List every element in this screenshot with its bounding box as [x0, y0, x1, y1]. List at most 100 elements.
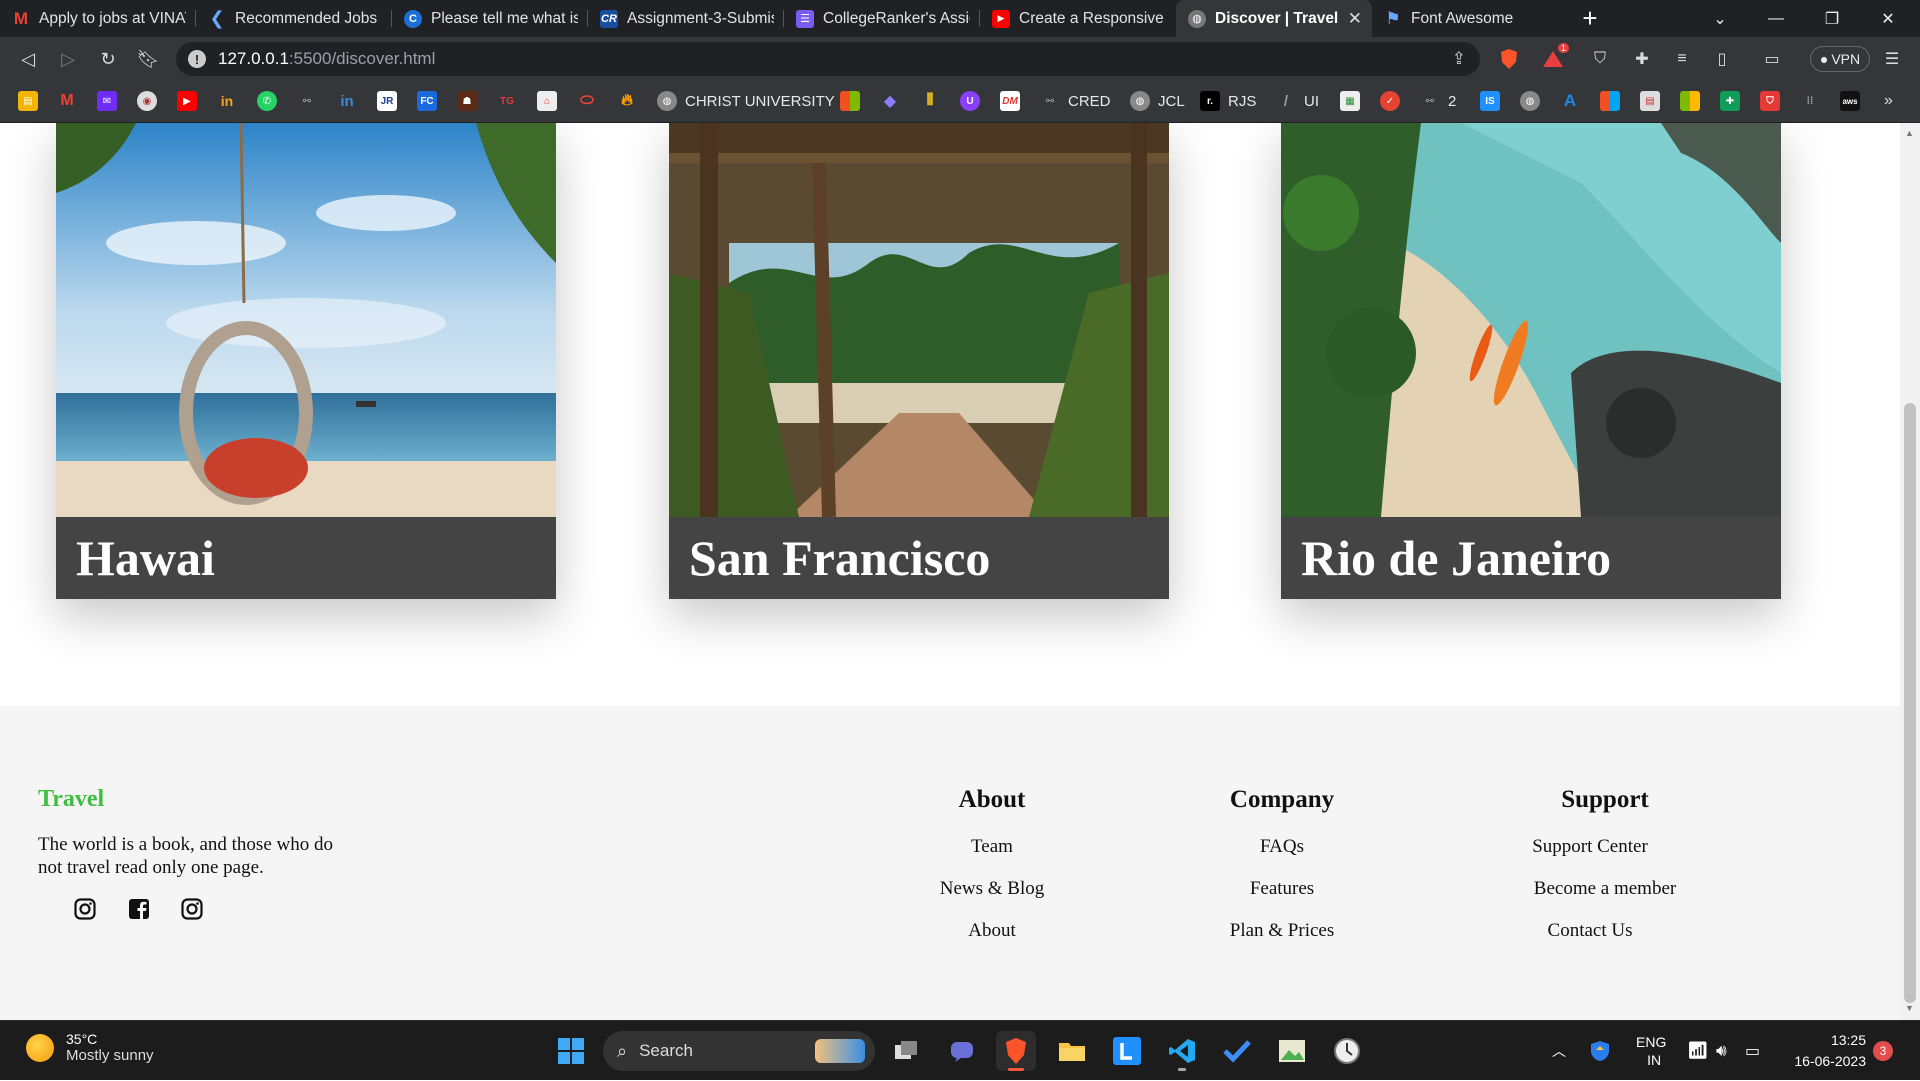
bookmark-whatsapp[interactable]: ✆: [257, 90, 277, 112]
bookmark-christ-university[interactable]: ◍ CHRIST UNIVERSITY: [657, 90, 835, 112]
scroll-up-arrow-icon[interactable]: ▲: [1905, 128, 1914, 138]
volume-icon[interactable]: 🔊︎: [1716, 1021, 1727, 1081]
tab-discover-travel[interactable]: ◍ Discover | Travel ✕: [1176, 0, 1372, 37]
brave-rewards-icon[interactable]: 1: [1541, 43, 1569, 71]
bookmark-cred[interactable]: ⚯ CRED: [1040, 90, 1111, 112]
wifi-icon[interactable]: 📶︎: [1687, 1021, 1709, 1081]
footer-link-support-center[interactable]: Support Center: [1480, 826, 1700, 868]
bookmark-linkedin[interactable]: in: [337, 90, 357, 112]
bookmark-card[interactable]: ⌂: [537, 90, 557, 112]
bookmark-azure[interactable]: A: [1560, 90, 1580, 112]
todo-check-icon[interactable]: [1217, 1031, 1257, 1071]
language-indicator[interactable]: ENG IN: [1636, 1021, 1666, 1081]
tab-please-tell-me[interactable]: C Please tell me what is t: [392, 0, 588, 37]
bookmark-button[interactable]: 🔖︎: [128, 37, 168, 81]
bookmark-microsoft-3[interactable]: [1680, 90, 1700, 112]
more-bookmarks-icon[interactable]: »: [1884, 90, 1893, 112]
address-bar[interactable]: ! 127.0.0.1:5500/discover.html ⇪: [176, 42, 1480, 76]
close-window-button[interactable]: ✕: [1860, 0, 1916, 37]
footer-link-contact-us[interactable]: Contact Us: [1480, 910, 1700, 952]
bookmark-jr[interactable]: JR: [377, 90, 397, 112]
brave-shield-icon[interactable]: [1497, 47, 1521, 71]
battery-icon[interactable]: ▭: [1745, 1021, 1760, 1081]
tab-assignment[interactable]: CR Assignment-3-Submiss: [588, 0, 784, 37]
footer-link-become-member[interactable]: Become a member: [1510, 868, 1700, 910]
notification-badge[interactable]: 3: [1873, 1041, 1893, 1061]
instagram-icon[interactable]: [72, 896, 98, 922]
bookmark-globe[interactable]: ◍: [1520, 90, 1540, 112]
share-icon[interactable]: ⇪: [1452, 49, 1466, 69]
bookmark-todoist[interactable]: ✓: [1380, 90, 1400, 112]
footer-link-news-blog[interactable]: News & Blog: [912, 868, 1072, 910]
bookmark-flag[interactable]: ▤: [1640, 90, 1660, 112]
bookmark-green[interactable]: ▦: [1340, 90, 1360, 112]
footer-link-about[interactable]: About: [912, 910, 1072, 952]
bookmark-rjs[interactable]: r. RJS: [1200, 90, 1256, 112]
bookmark-ui[interactable]: / UI: [1276, 90, 1319, 112]
destination-card-san-francisco[interactable]: San Francisco: [669, 123, 1169, 599]
destination-card-hawai[interactable]: Hawai: [56, 123, 556, 599]
tab-collegeranker[interactable]: ☰ CollegeRanker's Assign: [784, 0, 980, 37]
footer-link-plan-prices[interactable]: Plan & Prices: [1202, 910, 1362, 952]
playlist-icon[interactable]: ≡: [1670, 47, 1694, 71]
bookmark-u[interactable]: U: [960, 90, 980, 112]
bookmark-gmail[interactable]: M: [57, 90, 77, 112]
scrollbar-thumb[interactable]: [1904, 403, 1916, 1003]
bookmark-microsoft-2[interactable]: [1600, 90, 1620, 112]
clock-app-icon[interactable]: [1327, 1031, 1367, 1071]
tab-gmail[interactable]: M Apply to jobs at VINAY: [0, 0, 196, 37]
show-hidden-icons-chevron[interactable]: ︿: [1552, 1021, 1566, 1081]
file-explorer-icon[interactable]: [1052, 1031, 1092, 1071]
page-scrollbar[interactable]: ▲ ▼: [1900, 123, 1920, 1020]
taskbar-search[interactable]: ⌕ Search: [603, 1031, 875, 1071]
bookmark-youtube[interactable]: ▶: [177, 90, 197, 112]
shield-extension-icon[interactable]: ⛉: [1588, 47, 1612, 71]
task-view-icon[interactable]: [887, 1031, 927, 1071]
system-clock[interactable]: 13:25 16-06-2023: [1776, 1030, 1866, 1072]
footer-link-team[interactable]: Team: [912, 826, 1072, 868]
teams-chat-icon[interactable]: [942, 1031, 982, 1071]
bookmark-game[interactable]: ☗: [457, 90, 477, 112]
restore-button[interactable]: ❐: [1804, 0, 1860, 37]
tab-youtube[interactable]: ▶ Create a Responsive H: [980, 0, 1176, 37]
wallet-icon[interactable]: ▭: [1760, 47, 1784, 71]
security-shield-icon[interactable]: [1590, 1021, 1610, 1081]
bookmark-fc[interactable]: FC: [417, 90, 437, 112]
bookmark-tg[interactable]: TG: [497, 90, 517, 112]
minimize-button[interactable]: —: [1748, 0, 1804, 37]
vpn-button[interactable]: ● VPN: [1810, 46, 1870, 72]
footer-brand[interactable]: Travel: [38, 786, 104, 813]
bookmark-dm[interactable]: DM: [1000, 90, 1020, 112]
vscode-icon[interactable]: [1162, 1031, 1202, 1071]
bookmark-mail[interactable]: ✉: [97, 90, 117, 112]
forward-button[interactable]: ▷: [48, 37, 88, 81]
menu-icon[interactable]: ☰: [1880, 47, 1904, 71]
sidebar-icon[interactable]: ▯: [1710, 47, 1734, 71]
bookmark-jcl[interactable]: ◍ JCL: [1130, 90, 1185, 112]
image-viewer-icon[interactable]: [1272, 1031, 1312, 1071]
footer-link-features[interactable]: Features: [1202, 868, 1362, 910]
bookmark-red[interactable]: ⛉: [1760, 90, 1780, 112]
footer-link-faqs[interactable]: FAQs: [1202, 826, 1362, 868]
back-button[interactable]: ◁: [8, 37, 48, 81]
brave-browser-taskbar-icon[interactable]: [996, 1031, 1036, 1071]
bookmark-microsoft[interactable]: [840, 90, 860, 112]
tab-search-chevron-icon[interactable]: ⌄: [1692, 0, 1748, 37]
bookmark-naukri[interactable]: in: [217, 90, 237, 112]
start-button[interactable]: [551, 1031, 591, 1071]
bookmark-chart[interactable]: ⫴: [920, 90, 940, 112]
new-tab-button[interactable]: +: [1568, 0, 1612, 37]
extensions-puzzle-icon[interactable]: ✚: [1630, 47, 1654, 71]
tab-recommended-jobs[interactable]: ❮ Recommended Jobs | N: [196, 0, 392, 37]
bookmark-is[interactable]: IS: [1480, 90, 1500, 112]
facebook-icon[interactable]: [126, 896, 152, 922]
site-info-icon[interactable]: !: [188, 50, 206, 68]
bookmark-network[interactable]: ⚯: [297, 90, 317, 112]
reload-button[interactable]: ↻: [88, 37, 128, 81]
bookmark-grid[interactable]: ⁞⁞: [1800, 90, 1820, 112]
bookmark-two[interactable]: ⚯ 2: [1420, 90, 1457, 112]
scroll-down-arrow-icon[interactable]: ▼: [1905, 1003, 1914, 1013]
bookmark-firebase[interactable]: 🔥︎: [617, 90, 637, 112]
bookmark-shield[interactable]: ◆: [880, 90, 900, 112]
weather-widget[interactable]: 35°C Mostly sunny: [26, 1031, 154, 1064]
